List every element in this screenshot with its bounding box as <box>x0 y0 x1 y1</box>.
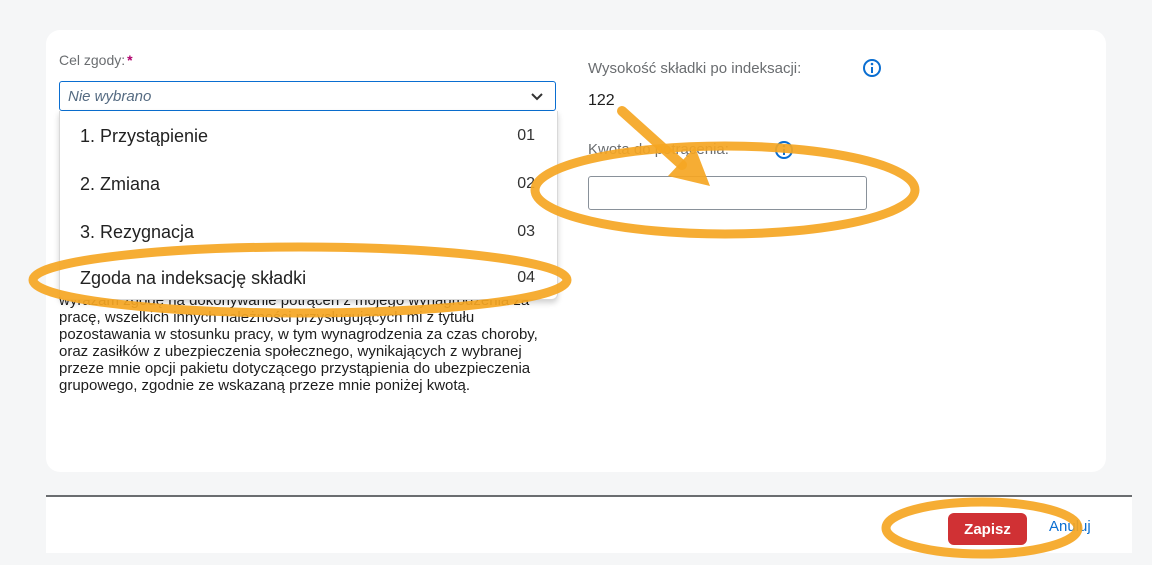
option-label: 2. Zmiana <box>80 174 161 194</box>
info-icon[interactable] <box>774 140 794 160</box>
option-key: 03 <box>517 223 535 240</box>
cancel-link[interactable]: Anuluj <box>1049 518 1091 535</box>
deduction-label: Kwota do potrącenia: <box>588 141 729 158</box>
purpose-select[interactable]: Nie wybrano <box>59 81 556 111</box>
option-przystapienie[interactable]: 1. Przystąpienie 01 <box>60 113 557 160</box>
deduction-amount-input[interactable] <box>588 176 867 210</box>
save-button[interactable]: Zapisz <box>948 513 1027 545</box>
purpose-select-value: Nie wybrano <box>68 88 152 105</box>
option-zmiana[interactable]: 2. Zmiana 02 <box>60 161 557 208</box>
premium-label: Wysokość składki po indeksacji: <box>588 60 802 77</box>
purpose-dropdown-list: 1. Przystąpienie 01 2. Zmiana 02 3. Rezy… <box>59 111 558 300</box>
option-key: 02 <box>517 175 535 192</box>
option-rezygnacja[interactable]: 3. Rezygnacja 03 <box>60 209 557 256</box>
info-icon[interactable] <box>862 58 882 78</box>
option-key: 01 <box>517 127 535 144</box>
consent-text: wyrażam zgodę na dokonywanie potrąceń z … <box>59 292 538 394</box>
option-label: 3. Rezygnacja <box>80 222 195 242</box>
premium-value: 122 <box>588 92 615 109</box>
chevron-down-icon <box>531 93 543 101</box>
required-mark: * <box>127 52 133 68</box>
option-zgoda-na-indeksacje[interactable]: Zgoda na indeksację składki 04 <box>60 255 557 302</box>
option-key: 04 <box>517 269 535 286</box>
option-label: 1. Przystąpienie <box>80 126 209 146</box>
purpose-label: Cel zgody: * <box>59 52 133 68</box>
option-label: Zgoda na indeksację składki <box>80 268 307 288</box>
